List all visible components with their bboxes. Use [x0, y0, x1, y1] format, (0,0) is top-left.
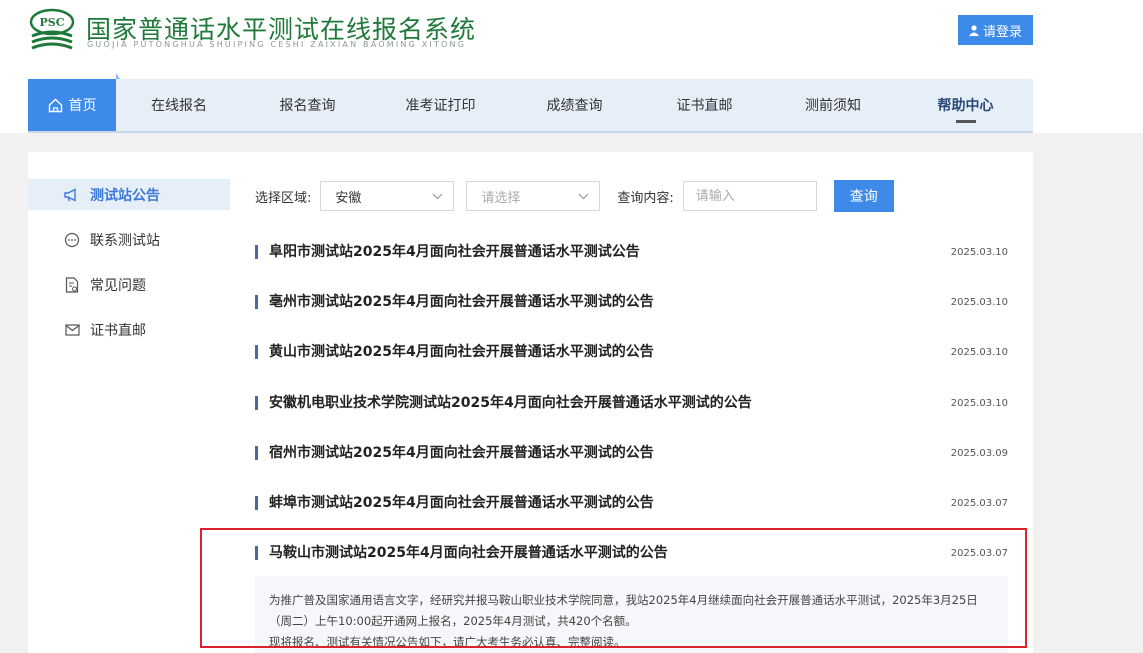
query-label: 查询内容: [617, 190, 674, 206]
site-subtitle: GUOJIA PUTONGHUA SHUIPING CESHI ZAIXIAN … [87, 40, 467, 49]
announcement-row[interactable]: 亳州市测试站2025年4月面向社会开展普通话水平测试的公告 2025.03.10 [255, 292, 1008, 312]
logo-text: PSC [40, 16, 65, 29]
nav-help-center[interactable]: 帮助中心 [898, 79, 1033, 131]
sidebar-item-announcements[interactable]: 测试站公告 [28, 179, 230, 210]
sidebar-item-label: 联系测试站 [90, 232, 160, 249]
query-button[interactable]: 查询 [833, 180, 894, 212]
announcement-row[interactable]: 蚌埠市测试站2025年4月面向社会开展普通话水平测试的公告 2025.03.07 [255, 493, 1008, 513]
region-label: 选择区域: [255, 190, 312, 206]
nav-home-label: 首页 [68, 98, 97, 114]
content-area: 选择区域: 安徽 请选择 查询内容: 查询 [255, 180, 1008, 212]
sidebar-item-label: 证书直邮 [90, 322, 146, 339]
megaphone-icon [64, 187, 80, 203]
nav-certificate-mail[interactable]: 证书直邮 [641, 79, 768, 131]
nav-admission-ticket-print[interactable]: 准考证打印 [373, 79, 508, 131]
announcement-detail: 为推广普及国家通用语言文字，经研究并报马鞍山职业技术学院同意，我站2025年4月… [255, 576, 1008, 653]
query-input[interactable] [682, 181, 817, 211]
announcement-date: 2025.03.10 [950, 397, 1008, 409]
detail-paragraph: 现将报名、测试有关情况公告如下，请广大考生务必认真、完整阅读。 [269, 635, 626, 649]
nav-score-query[interactable]: 成绩查询 [508, 79, 641, 131]
nav-online-registration[interactable]: 在线报名 [116, 79, 242, 131]
detail-paragraph: 为推广普及国家通用语言文字，经研究并报马鞍山职业技术学院同意，我站2025年4月… [269, 593, 978, 628]
chevron-down-icon [578, 193, 589, 199]
announcement-date: 2025.03.07 [950, 497, 1008, 509]
announcement-title: 宿州市测试站2025年4月面向社会开展普通话水平测试的公告 [255, 446, 654, 460]
sub-region-placeholder: 请选择 [481, 190, 521, 206]
main-panel: 测试站公告 联系测试站 常见问题 证书直邮 选择区域: 安徽 请选择 查询内容:… [28, 152, 1033, 653]
mail-icon [64, 322, 80, 338]
announcement-date: 2025.03.10 [950, 346, 1008, 358]
announcement-date: 2025.03.10 [950, 246, 1008, 258]
announcement-title: 亳州市测试站2025年4月面向社会开展普通话水平测试的公告 [255, 295, 654, 309]
announcement-title: 阜阳市测试站2025年4月面向社会开展普通话水平测试公告 [255, 245, 640, 259]
announcement-row[interactable]: 宿州市测试站2025年4月面向社会开展普通话水平测试的公告 2025.03.09 [255, 443, 1008, 463]
announcement-title: 马鞍山市测试站2025年4月面向社会开展普通话水平测试的公告 [255, 546, 668, 560]
filter-bar: 选择区域: 安徽 请选择 查询内容: 查询 [255, 180, 1008, 212]
home-icon [48, 98, 62, 112]
sidebar-item-label: 测试站公告 [90, 187, 160, 204]
document-question-icon [64, 276, 80, 293]
announcement-row[interactable]: 黄山市测试站2025年4月面向社会开展普通话水平测试的公告 2025.03.10 [255, 342, 1008, 362]
sidebar-item-contact[interactable]: 联系测试站 [28, 224, 230, 255]
region-select[interactable]: 安徽 [320, 181, 455, 211]
announcement-title: 黄山市测试站2025年4月面向社会开展普通话水平测试的公告 [255, 345, 654, 359]
chevron-down-icon [432, 193, 443, 199]
nav-pre-test-notes[interactable]: 测前须知 [768, 79, 898, 131]
psc-logo-icon: PSC [29, 8, 75, 50]
announcement-row[interactable]: 阜阳市测试站2025年4月面向社会开展普通话水平测试公告 2025.03.10 [255, 242, 1008, 262]
announcement-row-expanded[interactable]: 马鞍山市测试站2025年4月面向社会开展普通话水平测试的公告 2025.03.0… [255, 543, 1008, 563]
user-icon [968, 24, 979, 36]
sub-region-select[interactable]: 请选择 [466, 181, 601, 211]
main-nav: 首页 在线报名 报名查询 准考证打印 成绩查询 证书直邮 测前须知 帮助中心 [28, 73, 1033, 133]
nav-registration-query[interactable]: 报名查询 [242, 79, 373, 131]
site-header: PSC 国家普通话水平测试在线报名系统 GUOJIA PUTONGHUA SHU… [28, 0, 1033, 70]
sidebar: 测试站公告 联系测试站 常见问题 证书直邮 [28, 179, 230, 359]
sidebar-item-faq[interactable]: 常见问题 [28, 269, 230, 300]
region-select-value: 安徽 [335, 190, 362, 206]
announcement-row[interactable]: 安徽机电职业技术学院测试站2025年4月面向社会开展普通话水平测试的公告 202… [255, 393, 1008, 413]
announcement-date: 2025.03.09 [950, 447, 1008, 459]
announcement-title: 安徽机电职业技术学院测试站2025年4月面向社会开展普通话水平测试的公告 [255, 396, 752, 410]
chat-icon [64, 232, 80, 248]
announcement-title: 蚌埠市测试站2025年4月面向社会开展普通话水平测试的公告 [255, 496, 654, 510]
sidebar-item-certificate-mail[interactable]: 证书直邮 [28, 314, 230, 345]
login-label: 请登录 [982, 24, 1022, 40]
announcement-date: 2025.03.10 [950, 296, 1008, 308]
sidebar-item-label: 常见问题 [90, 277, 146, 294]
nav-home[interactable]: 首页 [28, 73, 120, 131]
login-button[interactable]: 请登录 [958, 15, 1033, 45]
announcement-date: 2025.03.07 [950, 547, 1008, 559]
